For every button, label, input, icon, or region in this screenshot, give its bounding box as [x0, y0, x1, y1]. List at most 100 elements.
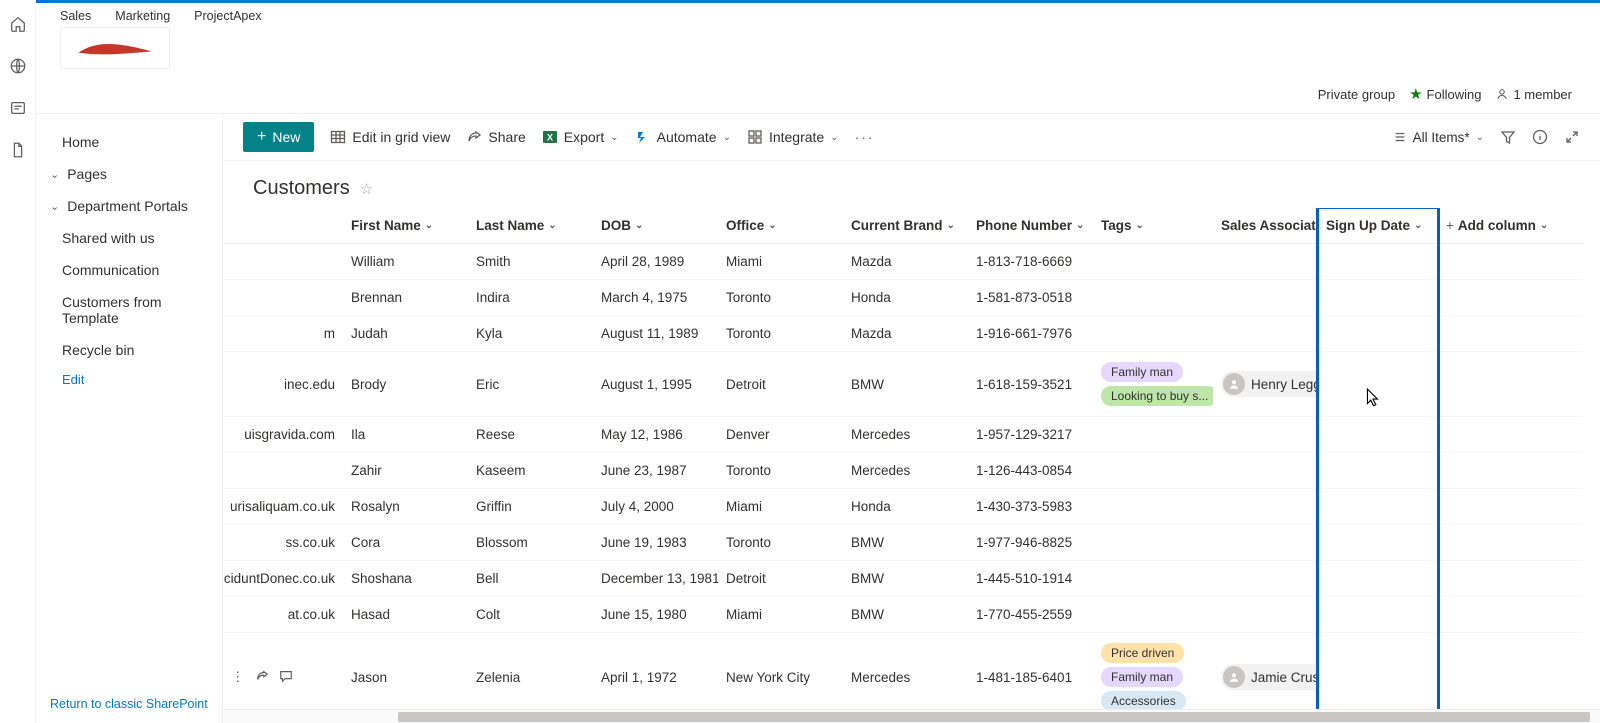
nav-edit[interactable]: Edit [36, 372, 222, 387]
cell-email[interactable] [223, 280, 343, 316]
cell-office[interactable]: Miami [718, 244, 843, 280]
cell-assoc[interactable] [1213, 489, 1318, 525]
cell-first[interactable]: Brody [343, 352, 468, 417]
nav-home[interactable]: Home [36, 126, 222, 158]
cell-signup[interactable] [1318, 244, 1438, 280]
integrate-button[interactable]: Integrate ⌄ [747, 129, 839, 145]
cell-assoc[interactable] [1213, 244, 1318, 280]
cell-tags[interactable] [1093, 316, 1213, 352]
following-button[interactable]: ★Following [1409, 85, 1481, 103]
nav-recycle-bin[interactable]: Recycle bin [36, 334, 222, 366]
cell-office[interactable]: Toronto [718, 280, 843, 316]
horizontal-scrollbar[interactable] [223, 709, 1600, 723]
cell-email[interactable]: m [223, 316, 343, 352]
cell-dob[interactable]: June 19, 1983 [593, 525, 718, 561]
cell-email[interactable]: urisaliquam.co.uk [223, 489, 343, 525]
cell-tags[interactable] [1093, 280, 1213, 316]
cell-signup[interactable] [1318, 597, 1438, 633]
cell-phone[interactable]: 1-430-373-5983 [968, 489, 1093, 525]
cell-last[interactable]: Smith [468, 244, 593, 280]
cell-signup[interactable] [1318, 417, 1438, 453]
column-header-phone[interactable]: Phone Number ⌄ [968, 208, 1093, 244]
cell-email[interactable]: at.co.uk [223, 597, 343, 633]
cell-assoc[interactable] [1213, 525, 1318, 561]
column-header-add[interactable]: + Add column ⌄ [1438, 208, 1583, 244]
cell-email[interactable]: ss.co.uk [223, 525, 343, 561]
cell-first[interactable]: Judah [343, 316, 468, 352]
cell-tags[interactable]: Family manLooking to buy s... [1093, 352, 1213, 417]
cell-email[interactable]: ⋮ [223, 633, 343, 709]
cell-assoc[interactable] [1213, 316, 1318, 352]
cell-first[interactable]: Jason [343, 633, 468, 709]
file-icon[interactable] [8, 140, 28, 160]
cell-add[interactable] [1438, 352, 1583, 417]
cell-phone[interactable]: 1-481-185-6401 [968, 633, 1093, 709]
cell-tags[interactable] [1093, 597, 1213, 633]
cell-email[interactable] [223, 244, 343, 280]
column-header-tags[interactable]: Tags ⌄ [1093, 208, 1213, 244]
cell-dob[interactable]: May 12, 1986 [593, 417, 718, 453]
cell-tags[interactable] [1093, 453, 1213, 489]
cell-last[interactable]: Bell [468, 561, 593, 597]
cell-add[interactable] [1438, 561, 1583, 597]
cell-phone[interactable]: 1-581-873-0518 [968, 280, 1093, 316]
cell-dob[interactable]: April 28, 1989 [593, 244, 718, 280]
cell-signup[interactable] [1318, 316, 1438, 352]
view-selector[interactable]: All Items* ⌄ [1393, 130, 1484, 145]
cell-first[interactable]: Hasad [343, 597, 468, 633]
cell-brand[interactable]: Honda [843, 280, 968, 316]
cell-signup[interactable] [1318, 489, 1438, 525]
cell-brand[interactable]: BMW [843, 597, 968, 633]
new-button[interactable]: +New [243, 122, 314, 152]
cell-brand[interactable]: Mercedes [843, 417, 968, 453]
cell-add[interactable] [1438, 489, 1583, 525]
cell-dob[interactable]: June 15, 1980 [593, 597, 718, 633]
cell-brand[interactable]: Mazda [843, 316, 968, 352]
cell-office[interactable]: Detroit [718, 352, 843, 417]
cell-add[interactable] [1438, 525, 1583, 561]
favorite-star-icon[interactable]: ☆ [360, 180, 373, 198]
cell-assoc[interactable] [1213, 561, 1318, 597]
cell-tags[interactable] [1093, 525, 1213, 561]
cell-phone[interactable]: 1-126-443-0854 [968, 453, 1093, 489]
cell-add[interactable] [1438, 453, 1583, 489]
cell-email[interactable] [223, 453, 343, 489]
cell-dob[interactable]: March 4, 1975 [593, 280, 718, 316]
cell-dob[interactable]: July 4, 2000 [593, 489, 718, 525]
cell-phone[interactable]: 1-813-718-6669 [968, 244, 1093, 280]
cell-brand[interactable]: BMW [843, 561, 968, 597]
cell-first[interactable]: Ila [343, 417, 468, 453]
cell-brand[interactable]: Honda [843, 489, 968, 525]
return-classic-link[interactable]: Return to classic SharePoint [50, 697, 208, 711]
cell-signup[interactable] [1318, 633, 1438, 709]
cell-brand[interactable]: Mercedes [843, 633, 968, 709]
cell-last[interactable]: Eric [468, 352, 593, 417]
cell-last[interactable]: Blossom [468, 525, 593, 561]
cell-email[interactable]: inec.edu [223, 352, 343, 417]
cell-first[interactable]: Shoshana [343, 561, 468, 597]
more-icon[interactable]: ⋮ [231, 669, 245, 686]
more-button[interactable]: ··· [855, 129, 875, 145]
cell-assoc[interactable] [1213, 453, 1318, 489]
cell-brand[interactable]: BMW [843, 352, 968, 417]
nav-communication[interactable]: Communication [36, 254, 222, 286]
comment-icon[interactable] [279, 669, 293, 686]
cell-last[interactable]: Kaseem [468, 453, 593, 489]
cell-assoc[interactable] [1213, 597, 1318, 633]
column-header-brand[interactable]: Current Brand ⌄ [843, 208, 968, 244]
cell-last[interactable]: Kyla [468, 316, 593, 352]
site-logo[interactable] [60, 27, 170, 69]
cell-phone[interactable]: 1-977-946-8825 [968, 525, 1093, 561]
cell-office[interactable]: New York City [718, 633, 843, 709]
column-header-first[interactable]: First Name ⌄ [343, 208, 468, 244]
members-button[interactable]: 1 member [1495, 87, 1572, 102]
cell-phone[interactable]: 1-445-510-1914 [968, 561, 1093, 597]
cell-add[interactable] [1438, 633, 1583, 709]
cell-dob[interactable]: April 1, 1972 [593, 633, 718, 709]
associate-chip[interactable]: Jamie Crust [1221, 664, 1318, 690]
home-icon[interactable] [8, 14, 28, 34]
cell-first[interactable]: William [343, 244, 468, 280]
cell-signup[interactable] [1318, 280, 1438, 316]
cell-email[interactable]: uisgravida.com [223, 417, 343, 453]
cell-phone[interactable]: 1-916-661-7976 [968, 316, 1093, 352]
